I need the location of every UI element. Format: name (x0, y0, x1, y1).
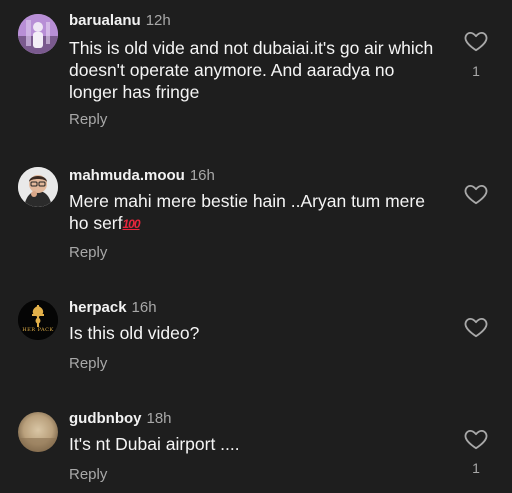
reply-button[interactable]: Reply (69, 355, 107, 372)
avatar-logo-text: HER PACK (22, 327, 54, 333)
comment-item: barualanu 12h This is old vide and not du… (0, 0, 512, 140)
username[interactable]: herpack (69, 299, 127, 316)
timestamp: 16h (131, 299, 157, 316)
like-count: 1 (472, 460, 480, 476)
comment-header: barualanu 12h (69, 12, 171, 30)
heart-outline-icon[interactable] (463, 314, 489, 340)
timestamp: 12h (145, 12, 171, 29)
username[interactable]: mahmuda.moou (69, 167, 185, 184)
comment-header: gudbnboy 18h (69, 410, 172, 428)
comment-header: herpack 16h (69, 299, 157, 317)
comment-text: Mere mahi mere bestie hain ..Aryan tum m… (69, 190, 439, 235)
comment-text: It's nt Dubai airport .... (69, 434, 240, 454)
reply-button[interactable]: Reply (69, 244, 107, 261)
heart-outline-icon[interactable] (463, 426, 489, 452)
reply-button[interactable]: Reply (69, 466, 107, 483)
username[interactable]: gudbnboy (69, 410, 141, 427)
timestamp: 18h (146, 410, 172, 427)
comment-item: HER PACK herpack 16h Is this old video? R… (0, 287, 512, 387)
comment-header: mahmuda.moou 16h (69, 167, 215, 185)
username[interactable]: barualanu (69, 12, 141, 29)
comment-item: gudbnboy 18h It's nt Dubai airport .... R… (0, 398, 512, 493)
like-count: 1 (472, 63, 480, 79)
comment-text: Is this old video? (69, 323, 200, 343)
comment-item: mahmuda.moou 16h Mere mahi mere bestie ha… (0, 155, 512, 275)
avatar[interactable]: HER PACK (18, 300, 58, 340)
comments-list: barualanu 12h This is old vide and not du… (0, 0, 512, 493)
timestamp: 16h (189, 167, 215, 184)
avatar[interactable] (18, 14, 58, 54)
heart-outline-icon[interactable] (463, 181, 489, 207)
heart-outline-icon[interactable] (463, 28, 489, 54)
avatar[interactable] (18, 167, 58, 207)
comment-text: This is old vide and not dubaiai.it's go… (69, 38, 434, 102)
avatar[interactable] (18, 412, 58, 452)
hundred-points-icon: 100 (122, 217, 141, 231)
reply-button[interactable]: Reply (69, 111, 107, 128)
